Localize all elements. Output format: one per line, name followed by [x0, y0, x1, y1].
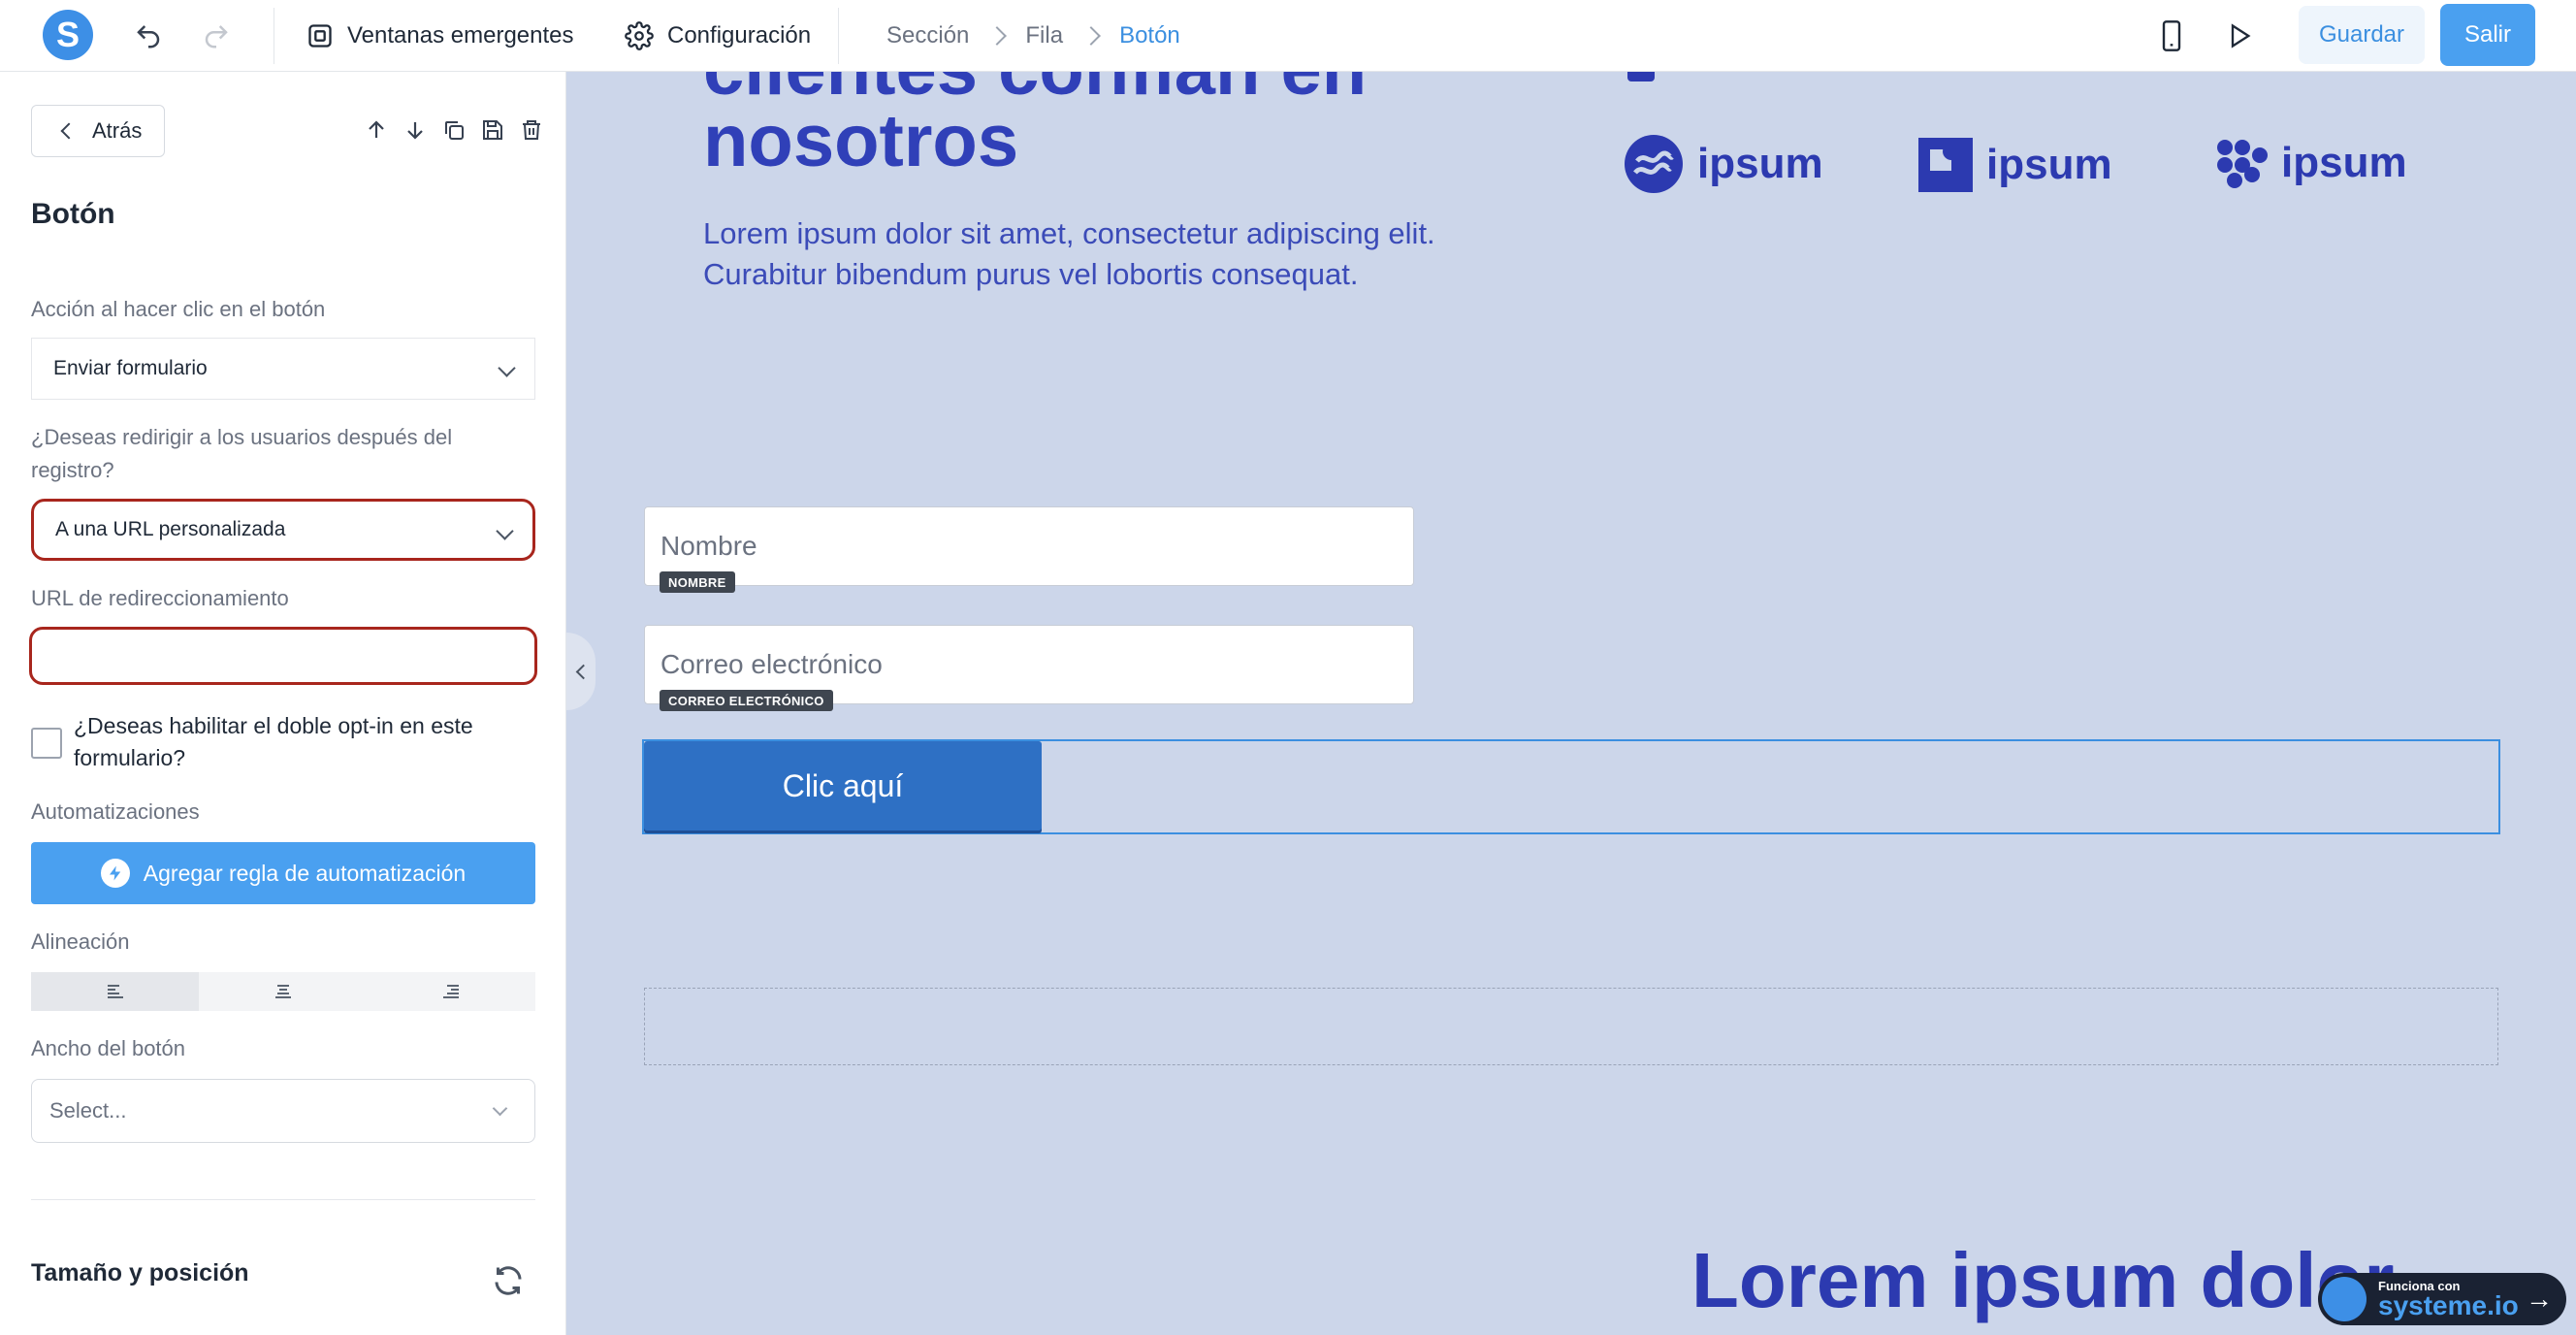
chevron-left-icon [60, 122, 78, 140]
align-left-icon[interactable] [31, 972, 200, 1011]
chevron-down-icon [496, 522, 514, 540]
name-field[interactable]: Nombre [644, 506, 1414, 586]
back-label: Atrás [92, 118, 143, 143]
empty-drop-zone[interactable] [644, 988, 2498, 1065]
name-field-tag: NOMBRE [660, 571, 735, 593]
popups-menu[interactable]: Ventanas emergentes [306, 17, 574, 54]
client-logo-text: ipsum [1986, 141, 2112, 188]
double-optin-checkbox[interactable] [31, 728, 62, 759]
toolbar-divider [838, 8, 839, 64]
alignment-toggle [31, 972, 535, 1011]
client-logo: ipsum [2211, 134, 2407, 192]
cta-button[interactable]: Clic aquí [644, 741, 1042, 830]
gear-icon [625, 21, 654, 50]
button-width-label: Ancho del botón [31, 1036, 186, 1060]
action-value: Enviar formulario [53, 357, 208, 379]
client-logo-text: ipsum [2281, 139, 2407, 186]
client-logo: ipsum [1622, 132, 1823, 196]
logo-cut [1622, 72, 1680, 91]
popups-label: Ventanas emergentes [347, 22, 574, 49]
button-width-placeholder: Select... [49, 1098, 127, 1123]
save-button[interactable]: Guardar [2299, 6, 2425, 64]
size-position-title[interactable]: Tamaño y posición [31, 1259, 249, 1287]
breadcrumb: Sección Fila Botón [886, 17, 1180, 54]
align-right-icon[interactable] [368, 972, 535, 1011]
action-select[interactable]: Enviar formulario [31, 338, 535, 400]
breadcrumb-button[interactable]: Botón [1119, 22, 1180, 49]
undo-icon[interactable] [128, 16, 169, 56]
chevron-down-icon [498, 359, 516, 377]
hero-heading-line2: nosotros [703, 100, 1019, 182]
dots-logo-icon [2217, 140, 2268, 188]
chevron-right-icon [1081, 26, 1101, 46]
settings-panel: Atrás Botón Acción al hacer clic en el b… [0, 72, 566, 1335]
lightning-icon [100, 859, 130, 888]
top-bar: S Ventanas emergentes Configuración Secc… [0, 0, 2576, 72]
hero-subtitle: Lorem ipsum dolor sit amet, consectetur … [703, 216, 1435, 291]
button-width-select[interactable]: Select... [31, 1079, 535, 1143]
powered-by-badge[interactable]: Funciona con systeme.io → [2318, 1273, 2566, 1325]
wave-logo-icon [1625, 135, 1683, 193]
arrow-right-icon: → [2526, 1284, 2553, 1314]
page-canvas: clientes confían en nosotros Lorem ipsum… [566, 72, 2576, 1335]
action-label: Acción al hacer clic en el botón [31, 297, 326, 321]
breadcrumb-section[interactable]: Sección [886, 22, 969, 49]
chevron-right-icon [987, 26, 1008, 46]
reset-icon[interactable] [491, 1263, 526, 1298]
chevron-down-icon [492, 1100, 508, 1117]
trash-icon[interactable] [516, 114, 547, 146]
redirect-question-label: ¿Deseas redirigir a los usuarios después… [31, 425, 453, 482]
app-logo[interactable]: S [43, 10, 93, 60]
align-center-icon[interactable] [199, 972, 367, 1011]
move-up-icon[interactable] [361, 114, 392, 146]
client-logo-text: ipsum [1697, 140, 1823, 187]
section-divider [31, 1199, 535, 1200]
double-optin-label: ¿Deseas habilitar el doble opt-in en est… [74, 713, 473, 770]
save-block-icon[interactable] [477, 114, 508, 146]
client-logo: ipsum [1916, 136, 2112, 194]
redirect-value: A una URL personalizada [55, 518, 286, 540]
email-field-tag: CORREO ELECTRÓNICO [660, 690, 833, 711]
back-button[interactable]: Atrás [31, 105, 165, 157]
alignment-label: Alineación [31, 929, 130, 954]
redirect-select[interactable]: A una URL personalizada [31, 499, 535, 561]
panel-title: Botón [31, 198, 115, 230]
redo-icon[interactable] [196, 16, 237, 56]
settings-label: Configuración [667, 22, 812, 49]
element-toolbar [361, 114, 547, 146]
mobile-preview-icon[interactable] [2151, 16, 2192, 56]
square-logo-icon [1918, 138, 1973, 192]
automations-label: Automatizaciones [31, 799, 200, 824]
redirect-url-input[interactable] [29, 627, 537, 685]
popup-icon [308, 24, 332, 48]
settings-menu[interactable]: Configuración [625, 17, 811, 54]
move-down-icon[interactable] [400, 114, 431, 146]
duplicate-icon[interactable] [438, 114, 469, 146]
add-automation-rule-label: Agregar regla de automatización [143, 860, 467, 886]
powered-by-text: Funciona con systeme.io [2378, 1280, 2519, 1319]
exit-button[interactable]: Salir [2440, 4, 2535, 66]
powered-by-brand: systeme.io [2378, 1289, 2519, 1320]
play-preview-icon[interactable] [2219, 16, 2260, 56]
systeme-logo-icon [2322, 1277, 2367, 1321]
breadcrumb-row[interactable]: Fila [1025, 22, 1063, 49]
add-automation-rule-button[interactable]: Agregar regla de automatización [31, 842, 535, 904]
chevron-left-icon [575, 664, 591, 679]
section-heading: Lorem ipsum dolor [1691, 1237, 2395, 1323]
redirect-url-label: URL de redireccionamiento [31, 586, 289, 610]
